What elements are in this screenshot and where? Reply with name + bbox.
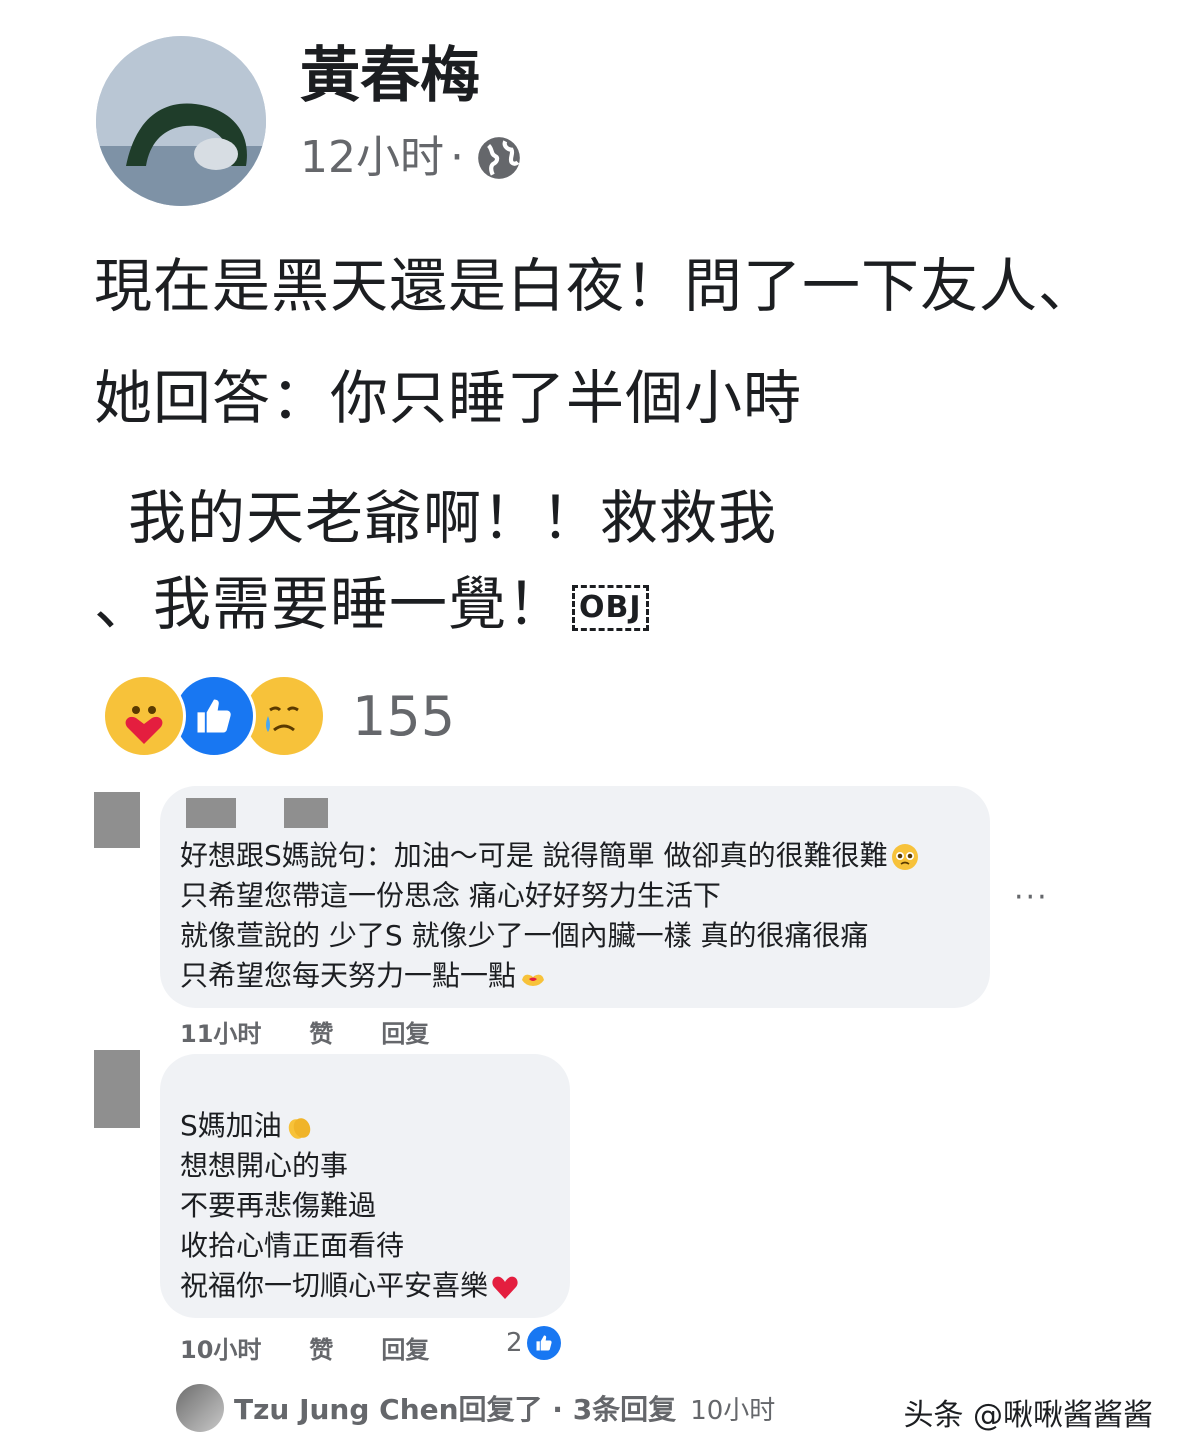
- reply-button[interactable]: 回复: [381, 1330, 429, 1365]
- reply-button[interactable]: 回复: [381, 1014, 429, 1049]
- red-heart-emoji: [492, 1276, 518, 1299]
- commenter-avatar-redacted[interactable]: [94, 1050, 140, 1128]
- view-replies-row[interactable]: Tzu Jung Chen回复了 · 3条回复 10小时: [176, 1382, 775, 1434]
- comment-text: S媽加油: [180, 1109, 282, 1142]
- comment-text: 好想跟S媽說句：加油～可是 說得簡單 做卻真的很難很難: [180, 839, 888, 872]
- author-avatar[interactable]: [96, 36, 266, 206]
- post-text-line-2: 她回答：你只睡了半個小時: [94, 364, 803, 432]
- comment-actions: 10小时 赞 回复: [180, 1330, 429, 1365]
- commenter-avatar-redacted[interactable]: [94, 792, 140, 848]
- comment-time[interactable]: 11小时: [180, 1014, 261, 1049]
- commenter-name-redacted-2: [284, 798, 328, 828]
- comment-line: 只希望您帶這一份思念 痛心好好努力生活下: [180, 879, 721, 912]
- post-text-line-3: 我的天老爺啊！！救救我: [128, 484, 778, 552]
- comment-text: 只希望您每天努力一點一點: [180, 959, 517, 992]
- comment-line: 就像萱說的 少了S 就像少了一個內臟一樣 真的很痛很痛: [180, 919, 869, 952]
- comment-actions: 11小时 赞 回复: [180, 1014, 429, 1049]
- comment-line: S媽加油: [180, 1106, 314, 1146]
- comment-line: 祝福你一切順心平安喜樂: [180, 1266, 520, 1306]
- commenter-name-redacted[interactable]: [186, 798, 236, 828]
- watermark: 头条 @啾啾酱酱酱: [903, 1398, 1153, 1433]
- comment-like-count[interactable]: 2: [506, 1326, 561, 1360]
- heart-hands-emoji: [522, 974, 545, 986]
- avatar-image: [96, 36, 266, 206]
- like-count-value: 2: [506, 1328, 523, 1358]
- post-time[interactable]: 12小时: [300, 128, 444, 188]
- obj-placeholder: OBJ: [572, 584, 649, 631]
- meta-separator: ·: [450, 132, 464, 183]
- reply-author-avatar: [176, 1384, 224, 1432]
- like-reaction-icon: [526, 1326, 561, 1360]
- care-reaction-icon: [102, 674, 186, 758]
- comment-line: 不要再悲傷難過: [180, 1189, 377, 1222]
- clapping-hands-emoji: [288, 1118, 311, 1139]
- like-button[interactable]: 赞: [309, 1014, 333, 1049]
- comment-line: 只希望您每天努力一點一點: [180, 956, 548, 996]
- like-button[interactable]: 赞: [309, 1330, 333, 1365]
- comment-line: 好想跟S媽說句：加油～可是 說得簡單 做卻真的很難很難: [180, 836, 920, 876]
- view-replies-link[interactable]: Tzu Jung Chen回复了 · 3条回复: [234, 1388, 676, 1428]
- more-options-icon[interactable]: ···: [1014, 880, 1049, 915]
- reply-time: 10小时: [690, 1395, 776, 1426]
- reaction-count[interactable]: 155: [352, 685, 455, 748]
- post-meta: 12小时 ·: [300, 128, 524, 188]
- post-text-line-4-wrap: 、我需要睡一覺！ OBJ: [94, 568, 649, 640]
- pleading-face-emoji: [891, 844, 918, 870]
- post-text-line-4: 、我需要睡一覺！: [94, 570, 567, 638]
- globe-icon[interactable]: [474, 133, 524, 183]
- reaction-summary[interactable]: 155: [102, 674, 455, 758]
- comment-line: 收拾心情正面看待: [180, 1229, 405, 1262]
- comment-line: 想想開心的事: [180, 1149, 349, 1182]
- author-name[interactable]: 黃春梅: [300, 40, 480, 112]
- post-text-line-1: 現在是黑天還是白夜！問了一下友人、: [94, 252, 1098, 320]
- comment-time[interactable]: 10小时: [180, 1330, 261, 1365]
- comment-text: 祝福你一切順心平安喜樂: [180, 1269, 489, 1302]
